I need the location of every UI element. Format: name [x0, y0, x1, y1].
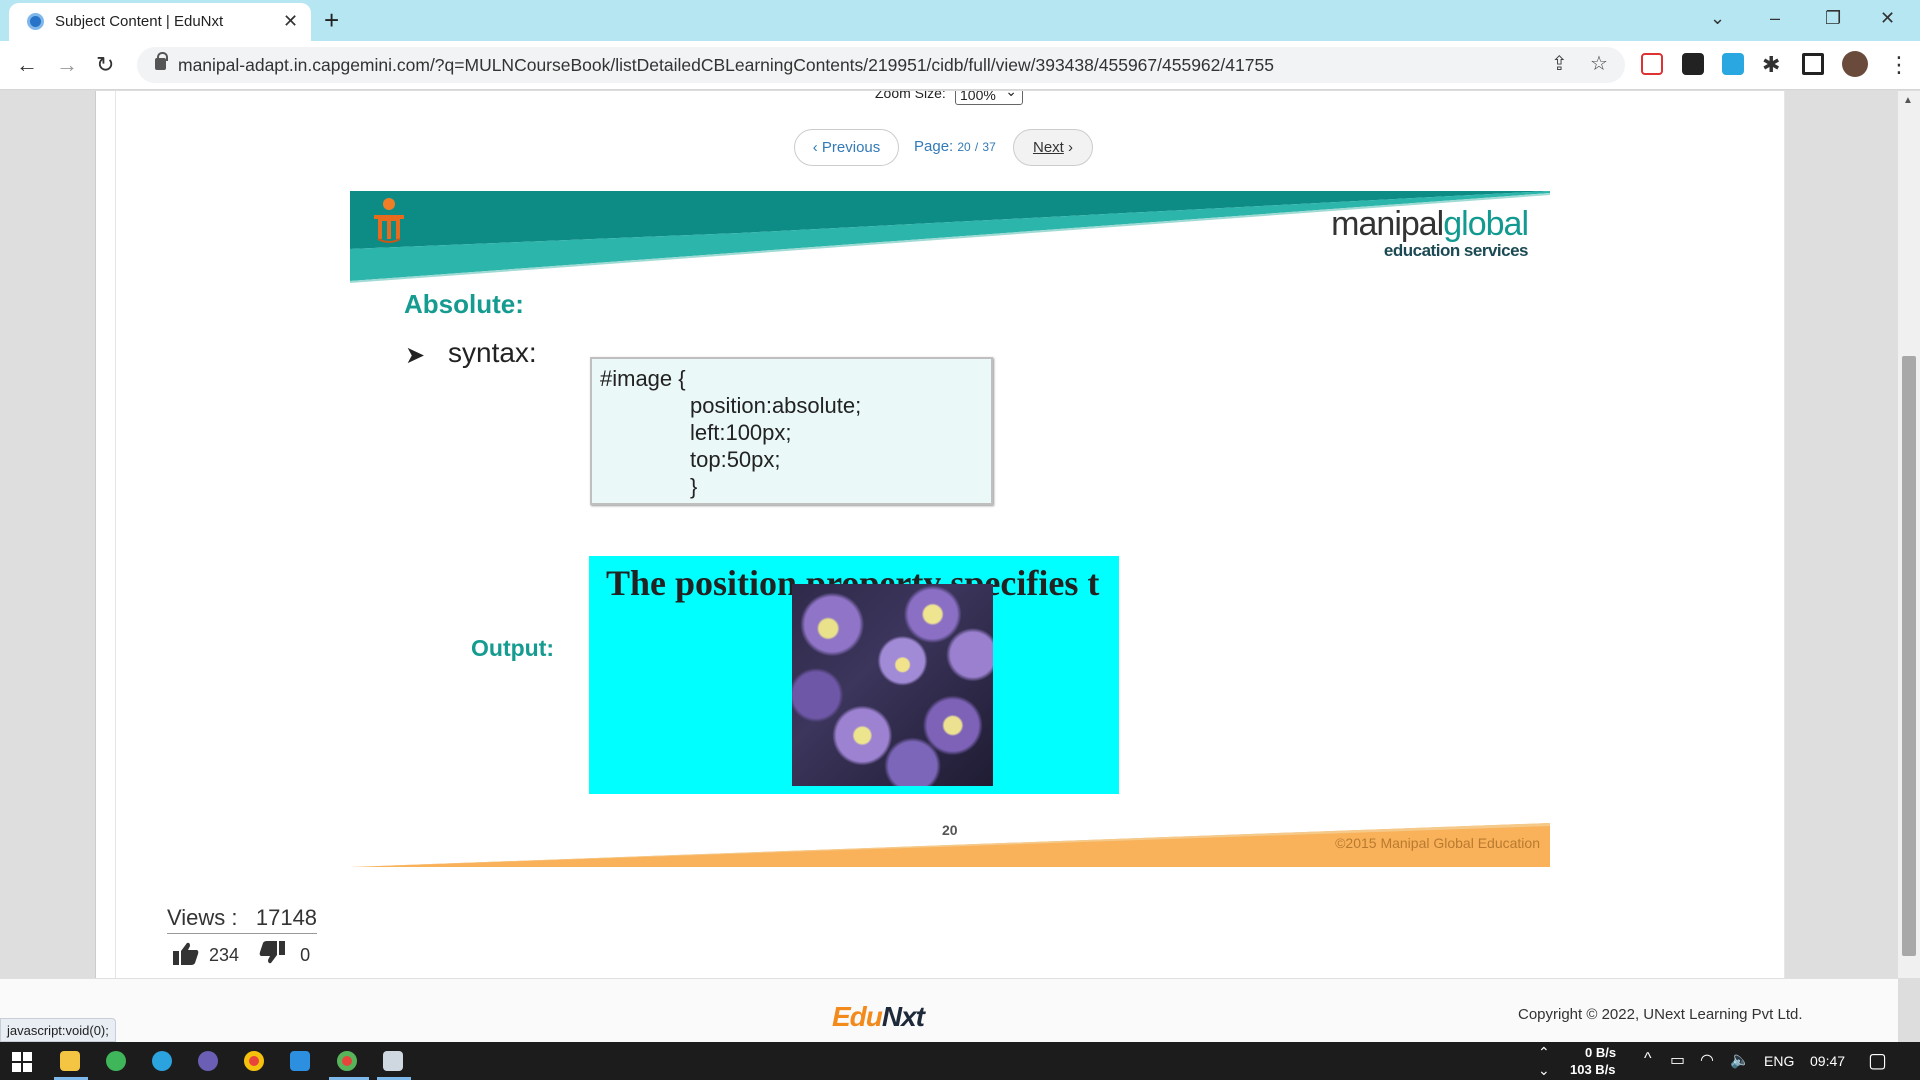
app-purple-icon[interactable] — [198, 1051, 218, 1071]
browser-tab-strip: Subject Content | EduNxt ✕ + ⌄ – ❐ ✕ — [0, 0, 1920, 41]
site-favicon-icon — [27, 13, 44, 30]
browser-toolbar: ← → ↻ manipal-adapt.in.capgemini.com/?q=… — [0, 41, 1920, 90]
manipal-logo-icon — [374, 198, 404, 243]
reload-icon[interactable]: ↻ — [96, 53, 114, 77]
tray-up-chevron-icon[interactable]: ⌃ — [1538, 1044, 1550, 1061]
app-window-icon[interactable] — [383, 1051, 403, 1071]
extension-pocket-icon[interactable] — [1641, 53, 1663, 75]
net-download: 103 B/s — [1570, 1062, 1616, 1077]
file-explorer-icon[interactable] — [60, 1051, 80, 1071]
output-preview: The position property specifies t — [589, 556, 1119, 794]
footer-copyright: Copyright © 2022, UNext Learning Pvt Ltd… — [1518, 1006, 1803, 1023]
code-line: top:50px; — [690, 447, 781, 472]
zoom-value: 100% — [960, 91, 996, 103]
site-footer: EduNxt Copyright © 2022, UNext Learning … — [0, 978, 1898, 1042]
previous-button[interactable]: ‹ Previous — [794, 129, 899, 166]
url-text: manipal-adapt.in.capgemini.com/?q=MULNCo… — [178, 55, 1274, 75]
back-arrow-icon[interactable]: ← — [16, 53, 38, 77]
manipal-global-logo: manipalglobal education services — [1331, 205, 1529, 261]
forward-arrow-icon[interactable]: → — [56, 53, 78, 77]
wifi-icon[interactable]: ◠ — [1700, 1050, 1714, 1070]
views-label: Views : — [167, 905, 238, 930]
like-count: 234 — [209, 945, 240, 965]
page-content: Zoom Size: 100% ‹ Previous Page: 20 / 37… — [0, 91, 1920, 978]
code-snippet: #image { position:absolute; left:100px; … — [590, 357, 993, 505]
extension-cat-icon[interactable] — [1682, 53, 1704, 75]
brand-name-b: global — [1443, 205, 1529, 243]
zoom-select[interactable]: 100% — [955, 91, 1023, 105]
edunxt-logo: EduNxt — [832, 1001, 925, 1032]
slide-image: manipalglobal education services Absolut… — [350, 191, 1550, 867]
code-line: position:absolute; — [690, 393, 862, 418]
notifications-icon[interactable]: ▢ — [1868, 1048, 1887, 1073]
code-line: } — [690, 474, 698, 499]
extension-s-icon[interactable] — [1722, 53, 1744, 75]
views-count: 17148 — [255, 905, 318, 930]
dislike-count: 0 — [300, 945, 311, 965]
output-label: Output: — [471, 635, 555, 661]
net-upload: 0 B/s — [1585, 1045, 1617, 1060]
slide-page-number: 20 — [942, 822, 958, 838]
close-window-icon[interactable]: ✕ — [1880, 7, 1895, 29]
slide-title: Absolute: — [404, 289, 524, 319]
minimize-icon[interactable]: – — [1770, 7, 1780, 29]
side-panel-icon[interactable] — [1802, 53, 1824, 75]
menu-kebab-icon[interactable]: ⋮ — [1888, 53, 1910, 77]
app-green-icon[interactable] — [106, 1051, 126, 1071]
thumbs-down-icon[interactable] — [259, 941, 286, 965]
rating-bar: 234 0 — [173, 941, 310, 966]
bullet-text: syntax: — [448, 337, 537, 368]
tab-search-chevron-icon[interactable]: ⌄ — [1710, 7, 1725, 29]
slide-copyright: ©2015 Manipal Global Education — [1335, 835, 1540, 851]
chrome-icon[interactable] — [244, 1051, 264, 1071]
scroll-up-icon[interactable]: ▲ — [1903, 95, 1913, 106]
code-line: left:100px; — [690, 420, 792, 445]
bookmark-star-icon[interactable]: ☆ — [1590, 53, 1608, 75]
page-indicator: Page: 20 / 37 — [914, 138, 996, 155]
browser-tab[interactable]: Subject Content | EduNxt ✕ — [9, 3, 311, 41]
arrow-bullet-icon: ➤ — [405, 342, 426, 369]
profile-avatar[interactable] — [1842, 51, 1868, 77]
page-label: Page: — [914, 138, 954, 155]
tray-down-chevron-icon[interactable]: ⌄ — [1538, 1062, 1550, 1079]
page-separator: / — [974, 140, 979, 154]
page-current: 20 — [957, 140, 971, 154]
extensions-puzzle-icon[interactable]: ✱ — [1762, 53, 1780, 77]
clock[interactable]: 09:47 — [1810, 1053, 1845, 1069]
tab-title: Subject Content | EduNxt — [55, 13, 224, 30]
battery-icon[interactable]: ▭ — [1670, 1050, 1685, 1070]
page-scrollbar[interactable]: ▲ ▼ — [1898, 91, 1920, 1062]
previous-label: Previous — [821, 139, 881, 156]
chrome-profile-icon[interactable] — [337, 1051, 357, 1071]
tray-overflow-icon[interactable]: ^ — [1644, 1050, 1652, 1068]
views-counter: Views : 17148 — [167, 905, 318, 934]
flower-image — [792, 584, 993, 786]
close-tab-icon[interactable]: ✕ — [283, 11, 298, 31]
code-line: #image { — [600, 366, 686, 391]
next-button[interactable]: Next › — [1013, 129, 1093, 166]
windows-taskbar: ⌃ ⌄ 0 B/s 103 B/s ^ ▭ ◠ 🔈 ENG 09:47 ▢ — [0, 1042, 1920, 1080]
windows-start-icon[interactable] — [12, 1052, 32, 1072]
new-tab-icon[interactable]: + — [324, 7, 339, 33]
address-bar[interactable]: manipal-adapt.in.capgemini.com/?q=MULNCo… — [137, 47, 1625, 83]
next-label: Next — [1032, 139, 1064, 156]
status-bar-url: javascript:void(0); — [0, 1018, 116, 1042]
vscode-icon[interactable] — [290, 1051, 310, 1071]
lock-icon — [155, 52, 168, 70]
volume-muted-icon[interactable]: 🔈 — [1730, 1050, 1750, 1070]
brand-subtitle: education services — [1383, 241, 1529, 260]
thumbs-up-icon[interactable] — [173, 941, 199, 965]
page-total: 37 — [982, 140, 996, 154]
restore-icon[interactable]: ❐ — [1825, 7, 1841, 29]
share-icon[interactable]: ⇪ — [1551, 53, 1568, 75]
brand-name-a: manipal — [1331, 205, 1444, 243]
language-indicator[interactable]: ENG — [1764, 1053, 1794, 1069]
telegram-icon[interactable] — [152, 1051, 172, 1071]
zoom-label: Zoom Size: — [875, 91, 946, 101]
scroll-thumb[interactable] — [1902, 356, 1916, 956]
